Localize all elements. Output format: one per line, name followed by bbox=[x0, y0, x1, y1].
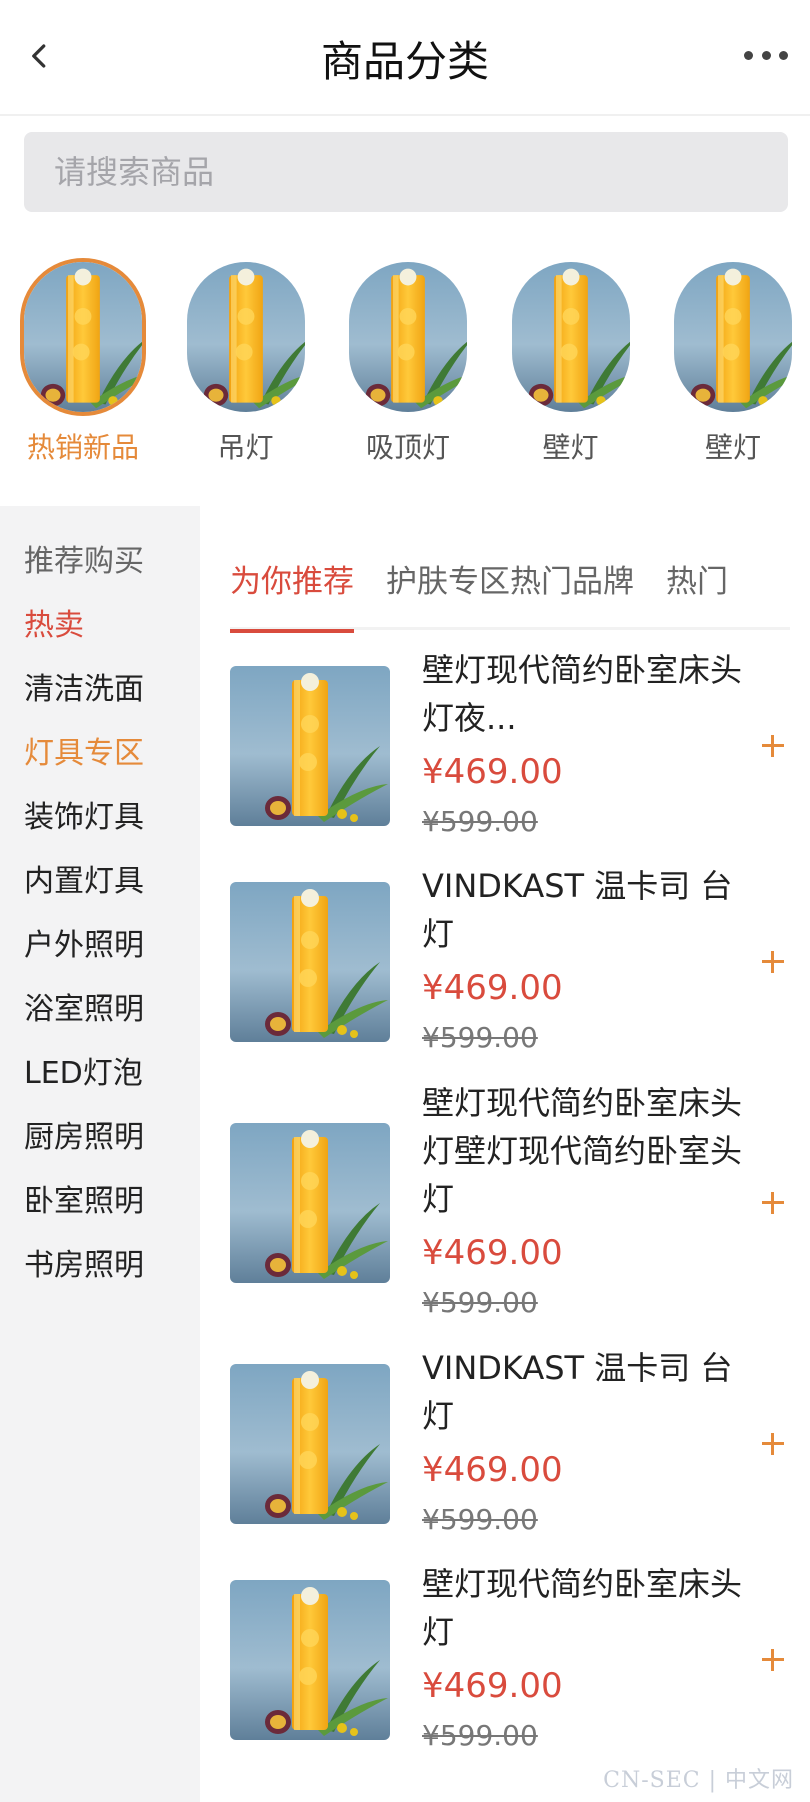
tab-bar: 为你推荐 护肤专区 热门品牌 热门 bbox=[230, 554, 790, 633]
tab-recommend[interactable]: 为你推荐 bbox=[230, 554, 354, 633]
page-title: 商品分类 bbox=[320, 37, 489, 86]
drink-photo bbox=[230, 1364, 390, 1524]
product-old-price: ¥599.00 bbox=[422, 805, 538, 838]
category-image bbox=[20, 258, 146, 416]
sidebar-item[interactable]: 书房照明 bbox=[0, 1234, 200, 1298]
drink-photo bbox=[511, 262, 630, 412]
drink-photo bbox=[24, 262, 142, 412]
category-item[interactable]: 吸顶灯 bbox=[343, 258, 473, 478]
product-price: ¥469.00 bbox=[422, 1233, 563, 1273]
sidebar-item[interactable]: 卧室照明 bbox=[0, 1170, 200, 1234]
plus-icon[interactable] bbox=[756, 945, 790, 979]
tab-hot[interactable]: 热门 bbox=[666, 554, 728, 630]
category-image bbox=[345, 258, 471, 416]
drink-photo bbox=[230, 1580, 390, 1740]
category-item[interactable]: 壁灯 bbox=[506, 258, 636, 478]
category-label: 壁灯 bbox=[542, 431, 599, 464]
product-price: ¥469.00 bbox=[422, 1666, 563, 1706]
category-row: 热销新品 吊灯 吸顶灯 壁灯 壁灯 bbox=[18, 258, 798, 478]
product-name: 壁灯现代简约卧室床头灯 bbox=[422, 1565, 743, 1651]
sidebar-item[interactable]: 户外照明 bbox=[0, 914, 200, 978]
product-item[interactable]: 壁灯现代简约卧室床头灯夜... ¥469.00 ¥599.00 bbox=[230, 646, 790, 846]
plus-icon[interactable] bbox=[756, 729, 790, 763]
drink-photo bbox=[674, 262, 792, 412]
product-price: ¥469.00 bbox=[422, 1450, 563, 1490]
search-box[interactable] bbox=[24, 132, 788, 212]
category-label: 吊灯 bbox=[217, 431, 274, 464]
category-image bbox=[670, 258, 796, 416]
sidebar-item[interactable]: 浴室照明 bbox=[0, 978, 200, 1042]
category-item[interactable]: 吊灯 bbox=[181, 258, 311, 478]
category-item[interactable]: 热销新品 bbox=[18, 258, 148, 478]
more-dots-icon[interactable] bbox=[744, 40, 788, 70]
product-image bbox=[230, 1123, 390, 1283]
drink-photo bbox=[186, 262, 305, 412]
plus-icon[interactable] bbox=[756, 1427, 790, 1461]
product-item[interactable]: VINDKAST 温卡司 台灯 ¥469.00 ¥599.00 bbox=[230, 862, 790, 1062]
drink-photo bbox=[230, 882, 390, 1042]
category-label: 吸顶灯 bbox=[365, 431, 450, 464]
drink-photo bbox=[230, 666, 390, 826]
product-image bbox=[230, 882, 390, 1042]
product-name: VINDKAST 温卡司 台灯 bbox=[422, 1349, 733, 1435]
product-item[interactable]: 壁灯现代简约卧室床头灯 ¥469.00 ¥599.00 bbox=[230, 1560, 790, 1760]
product-image bbox=[230, 666, 390, 826]
product-price: ¥469.00 bbox=[422, 752, 563, 792]
sidebar-item[interactable]: 厨房照明 bbox=[0, 1106, 200, 1170]
category-image bbox=[183, 258, 309, 416]
product-image bbox=[230, 1580, 390, 1740]
category-image bbox=[508, 258, 634, 416]
tab-skincare[interactable]: 护肤专区 bbox=[386, 554, 510, 630]
product-name: 壁灯现代简约卧室床头灯壁灯现代简约卧室头灯 bbox=[422, 1084, 743, 1218]
product-item[interactable]: VINDKAST 温卡司 台灯 ¥469.00 ¥599.00 bbox=[230, 1344, 790, 1544]
sidebar-item[interactable]: LED灯泡 bbox=[0, 1042, 200, 1106]
category-item[interactable]: 壁灯 bbox=[668, 258, 798, 478]
watermark: CN-SEC | 中文网 bbox=[603, 1768, 794, 1793]
sidebar-item[interactable]: 清洁洗面 bbox=[0, 658, 200, 722]
category-label: 热销新品 bbox=[26, 431, 139, 464]
product-list: 壁灯现代简约卧室床头灯夜... ¥469.00 ¥599.00 VINDKAST… bbox=[230, 646, 790, 1760]
product-item[interactable]: 壁灯现代简约卧室床头灯壁灯现代简约卧室头灯 ¥469.00 ¥599.00 bbox=[230, 1078, 790, 1328]
product-old-price: ¥599.00 bbox=[422, 1503, 538, 1536]
product-old-price: ¥599.00 bbox=[422, 1286, 538, 1319]
sidebar-item[interactable]: 装饰灯具 bbox=[0, 786, 200, 850]
sidebar: 推荐购买 热卖 清洁洗面 灯具专区 装饰灯具 内置灯具 户外照明 浴室照明 LE… bbox=[0, 506, 200, 1802]
drink-photo bbox=[230, 1123, 390, 1283]
search-input[interactable] bbox=[54, 153, 788, 191]
product-name: 壁灯现代简约卧室床头灯夜... bbox=[422, 651, 743, 737]
product-old-price: ¥599.00 bbox=[422, 1719, 538, 1752]
category-label: 壁灯 bbox=[704, 431, 761, 464]
product-image bbox=[230, 1364, 390, 1524]
product-price: ¥469.00 bbox=[422, 968, 563, 1008]
sidebar-heading[interactable]: 推荐购买 bbox=[0, 530, 200, 594]
product-old-price: ¥599.00 bbox=[422, 1021, 538, 1054]
sidebar-item[interactable]: 热卖 bbox=[0, 594, 200, 658]
product-panel: 为你推荐 护肤专区 热门品牌 热门 壁灯现代简约卧室床头灯夜... ¥469.0… bbox=[200, 506, 810, 1802]
header-bar: 商品分类 bbox=[0, 0, 810, 116]
drink-photo bbox=[349, 262, 467, 412]
plus-icon[interactable] bbox=[756, 1186, 790, 1220]
plus-icon[interactable] bbox=[756, 1643, 790, 1677]
sidebar-item[interactable]: 内置灯具 bbox=[0, 850, 200, 914]
tab-brands[interactable]: 热门品牌 bbox=[510, 554, 634, 630]
sidebar-item[interactable]: 灯具专区 bbox=[0, 722, 200, 786]
product-name: VINDKAST 温卡司 台灯 bbox=[422, 867, 733, 953]
